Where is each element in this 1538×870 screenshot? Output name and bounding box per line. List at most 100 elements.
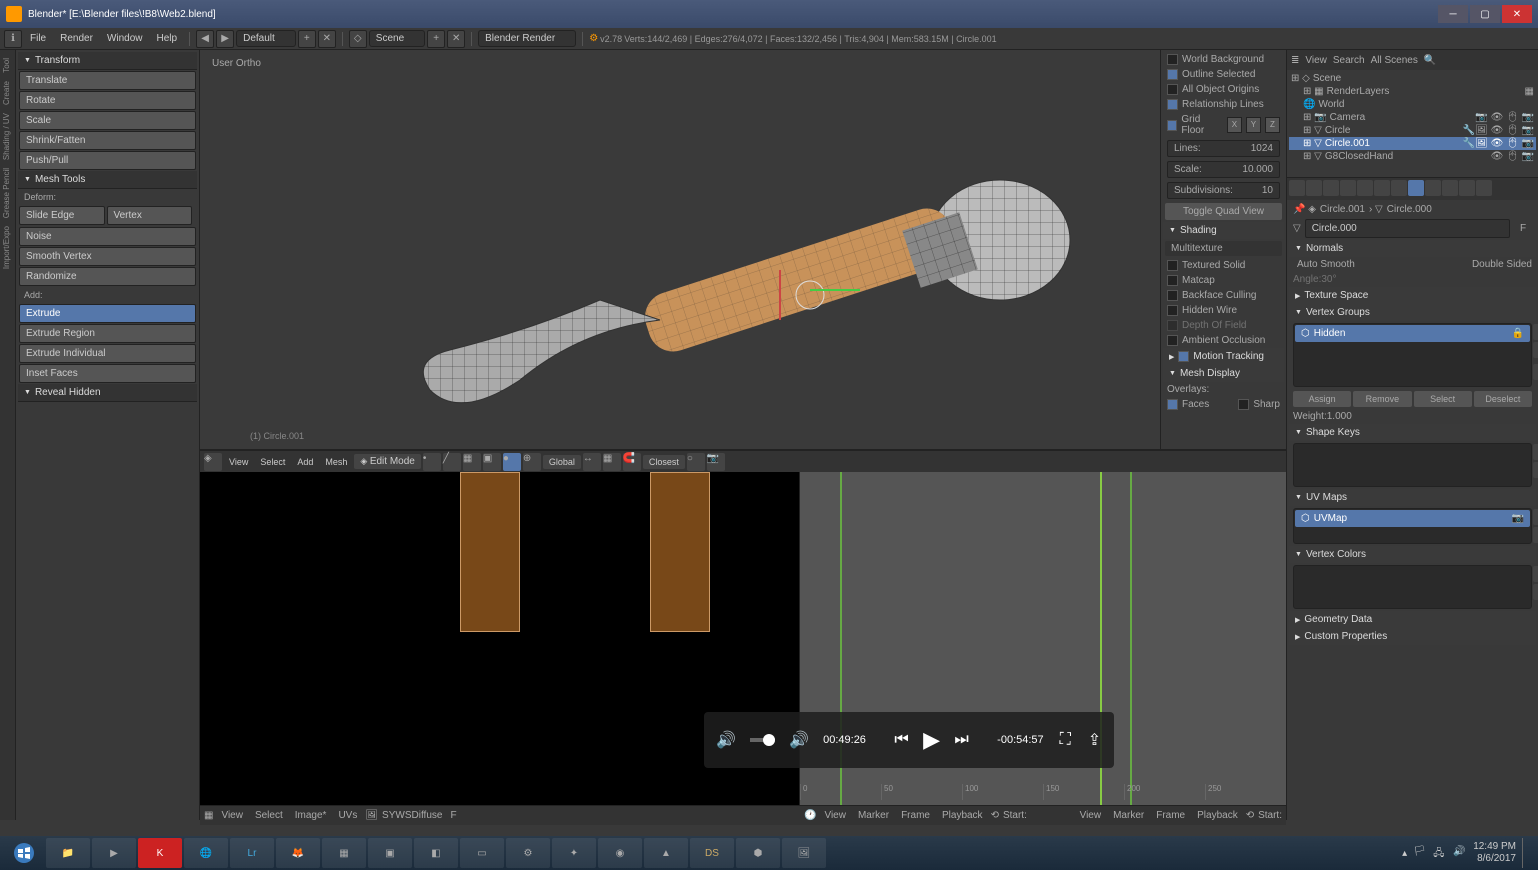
smooth-vertex-button[interactable]: Smooth Vertex bbox=[19, 247, 196, 266]
taskbar-app-k-icon[interactable]: K bbox=[138, 838, 182, 868]
vertex-colors-list[interactable]: + − bbox=[1293, 565, 1532, 609]
vgroup-specials-button[interactable]: ▾ bbox=[1533, 364, 1538, 380]
forward-icon[interactable]: ▶ bbox=[216, 30, 234, 48]
translate-button[interactable]: Translate bbox=[19, 71, 196, 90]
tl-start-field2[interactable]: Start: bbox=[1258, 810, 1282, 821]
taskbar-app8-icon[interactable]: ⬢ bbox=[736, 838, 780, 868]
sharp-checkbox[interactable] bbox=[1238, 399, 1249, 410]
tl-marker-menu2[interactable]: Marker bbox=[1109, 808, 1148, 823]
scene-browse-icon[interactable]: ◇ bbox=[349, 30, 367, 48]
outliner-search-icon[interactable]: 🔍 bbox=[1424, 55, 1436, 66]
tab-modifiers-icon[interactable] bbox=[1391, 180, 1407, 196]
tl-view-menu2[interactable]: View bbox=[1076, 808, 1106, 823]
editor-type-3d-icon[interactable]: ◈ bbox=[204, 453, 222, 471]
outline-sel-checkbox[interactable] bbox=[1167, 69, 1178, 80]
taskbar-app7-icon[interactable]: ▲ bbox=[644, 838, 688, 868]
tray-flag-icon[interactable]: 🏳 bbox=[1413, 846, 1427, 860]
extrude-individual-button[interactable]: Extrude Individual bbox=[19, 344, 196, 363]
randomize-button[interactable]: Randomize bbox=[19, 267, 196, 286]
menu-file[interactable]: File bbox=[24, 31, 52, 46]
motion-tracking-header[interactable]: Motion Tracking bbox=[1163, 348, 1284, 365]
add-menu[interactable]: Add bbox=[292, 455, 318, 469]
tab-options[interactable]: Import/Expo bbox=[0, 222, 15, 273]
mesh-tools-header[interactable]: Mesh Tools bbox=[18, 171, 197, 189]
remove-scene-icon[interactable]: ✕ bbox=[447, 30, 465, 48]
vertex-groups-list[interactable]: ⬡Hidden🔒 + − ▾ bbox=[1293, 323, 1532, 387]
vertex-colors-section[interactable]: Vertex Colors bbox=[1289, 546, 1536, 563]
fake-user-button[interactable]: F bbox=[1514, 223, 1532, 234]
mode-dropdown[interactable]: ◈ Edit Mode bbox=[354, 454, 420, 469]
tab-scene-icon[interactable] bbox=[1323, 180, 1339, 196]
assign-button[interactable]: Assign bbox=[1293, 391, 1351, 407]
reveal-hidden-header[interactable]: Reveal Hidden bbox=[18, 384, 197, 402]
hidden-wire-checkbox[interactable] bbox=[1167, 305, 1178, 316]
tl-playback-menu2[interactable]: Playback bbox=[1193, 808, 1242, 823]
outliner-hand-node[interactable]: ⊞ ▽G8ClosedHand👁 🖱 📷 bbox=[1289, 150, 1536, 163]
manipulator-icon[interactable]: ↔ bbox=[583, 453, 601, 471]
tab-physics-icon[interactable] bbox=[1476, 180, 1492, 196]
volume-icon[interactable]: 🔊 bbox=[789, 728, 809, 752]
vgroup-add-button[interactable]: + bbox=[1533, 324, 1538, 340]
minimize-button[interactable]: ─ bbox=[1438, 5, 1468, 23]
tab-material-icon[interactable] bbox=[1425, 180, 1441, 196]
mesh-browse-icon[interactable]: ▽ bbox=[1293, 223, 1301, 234]
taskbar-lr-icon[interactable]: Lr bbox=[230, 838, 274, 868]
edge-select-icon[interactable]: ╱ bbox=[443, 453, 461, 471]
outliner-circle-node[interactable]: ⊞ ▽Circle🔧🖼 👁 🖱 📷 bbox=[1289, 124, 1536, 137]
taskbar-app3-icon[interactable]: ◧ bbox=[414, 838, 458, 868]
grid-floor-checkbox[interactable] bbox=[1167, 120, 1177, 131]
tab-tools[interactable]: Tool bbox=[0, 54, 15, 77]
screen-layout-dropdown[interactable]: Default bbox=[236, 30, 296, 47]
mute-icon[interactable]: 🔊 bbox=[716, 728, 736, 752]
pushpull-button[interactable]: Push/Pull bbox=[19, 151, 196, 170]
shrink-button[interactable]: Shrink/Fatten bbox=[19, 131, 196, 150]
transform-panel-header[interactable]: Transform bbox=[18, 52, 197, 70]
vcolor-remove-button[interactable]: − bbox=[1533, 584, 1538, 600]
taskbar-app2-icon[interactable]: ▣ bbox=[368, 838, 412, 868]
outliner-camera-node[interactable]: ⊞ 📷Camera📷 👁 🖱 📷 bbox=[1289, 111, 1536, 124]
slide-edge-button[interactable]: Slide Edge bbox=[19, 206, 105, 225]
show-desktop-button[interactable] bbox=[1522, 838, 1530, 868]
matcap-checkbox[interactable] bbox=[1167, 275, 1178, 286]
uvmap-remove-button[interactable]: − bbox=[1533, 527, 1538, 543]
outliner-renderlayers-node[interactable]: ⊞ ▦RenderLayers▦ bbox=[1289, 85, 1536, 98]
tl-frame-menu[interactable]: Frame bbox=[897, 808, 934, 823]
limit-selection-icon[interactable]: ▣ bbox=[483, 453, 501, 471]
tl-sync-icon[interactable]: ⟲ bbox=[991, 810, 999, 821]
tab-create[interactable]: Create bbox=[0, 77, 15, 109]
volume-slider[interactable] bbox=[750, 738, 775, 742]
ao-checkbox[interactable] bbox=[1167, 335, 1178, 346]
taskbar-clock[interactable]: 12:49 PM 8/6/2017 bbox=[1473, 841, 1516, 865]
remove-button[interactable]: Remove bbox=[1353, 391, 1411, 407]
tab-texture-icon[interactable] bbox=[1442, 180, 1458, 196]
tray-network-icon[interactable]: 🖧 bbox=[1433, 846, 1447, 860]
shading-section-header[interactable]: Shading bbox=[1163, 222, 1284, 239]
outliner-view-menu[interactable]: View bbox=[1305, 55, 1327, 66]
uv-select-menu[interactable]: Select bbox=[251, 808, 287, 823]
outliner-search-menu[interactable]: Search bbox=[1333, 55, 1365, 66]
shape-keys-section[interactable]: Shape Keys bbox=[1289, 424, 1536, 441]
vgroup-remove-button[interactable]: − bbox=[1533, 342, 1538, 358]
add-layout-icon[interactable]: + bbox=[298, 30, 316, 48]
shape-keys-list[interactable]: + − bbox=[1293, 443, 1532, 487]
deselect-button[interactable]: Deselect bbox=[1474, 391, 1532, 407]
taskbar-firefox-icon[interactable]: 🦊 bbox=[276, 838, 320, 868]
taskbar-app1-icon[interactable]: ▦ bbox=[322, 838, 366, 868]
rotate-button[interactable]: Rotate bbox=[19, 91, 196, 110]
tab-object-icon[interactable] bbox=[1357, 180, 1373, 196]
uv-maps-section[interactable]: UV Maps bbox=[1289, 489, 1536, 506]
image-fake-user[interactable]: F bbox=[446, 808, 460, 823]
tl-sync-icon2[interactable]: ⟲ bbox=[1246, 810, 1254, 821]
scene-dropdown[interactable]: Scene bbox=[369, 30, 425, 47]
3d-viewport[interactable]: User Ortho (1) Cir bbox=[200, 50, 1286, 450]
custom-props-section[interactable]: Custom Properties bbox=[1289, 628, 1536, 645]
tl-start-field[interactable]: Start: bbox=[1003, 810, 1027, 821]
tab-constraints-icon[interactable] bbox=[1374, 180, 1390, 196]
outliner-filter-dropdown[interactable]: All Scenes bbox=[1371, 55, 1418, 66]
axis-z-button[interactable]: Z bbox=[1265, 117, 1280, 133]
mesh-menu[interactable]: Mesh bbox=[320, 455, 352, 469]
mesh-display-header[interactable]: Mesh Display bbox=[1163, 365, 1284, 382]
noise-button[interactable]: Noise bbox=[19, 227, 196, 246]
taskbar-explorer-icon[interactable]: 📁 bbox=[46, 838, 90, 868]
geometry-data-section[interactable]: Geometry Data bbox=[1289, 611, 1536, 628]
